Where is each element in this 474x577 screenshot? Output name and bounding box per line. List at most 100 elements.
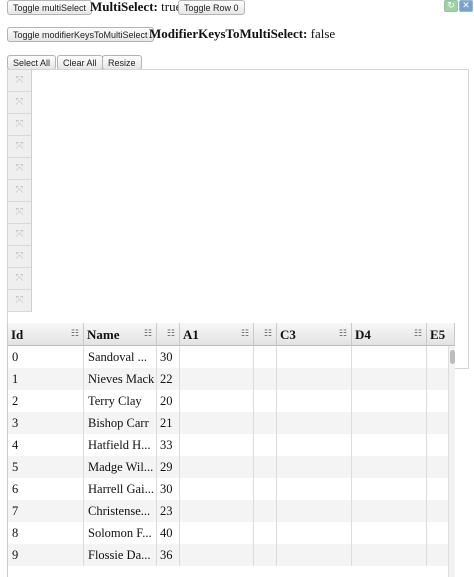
cell-d4 bbox=[352, 346, 427, 368]
cell-id: 5 bbox=[8, 456, 84, 478]
select-all-button[interactable]: Select All bbox=[7, 55, 57, 70]
column-header-label: E5 bbox=[430, 327, 446, 342]
row-header-icon[interactable]: ⤧ bbox=[8, 224, 32, 246]
cell-age: 20 bbox=[157, 390, 180, 412]
column-header-age[interactable]: ☷ bbox=[157, 323, 180, 346]
cell-age: 22 bbox=[157, 368, 180, 390]
cell-a1 bbox=[180, 412, 254, 434]
table-row[interactable]: 6 Harrell Gai... 30 bbox=[8, 478, 455, 500]
cell-d4 bbox=[352, 456, 427, 478]
row-header-icon[interactable]: ⤧ bbox=[8, 136, 32, 158]
cell-b2 bbox=[254, 346, 277, 368]
cell-a1 bbox=[180, 500, 254, 522]
column-header-label: D4 bbox=[355, 327, 371, 342]
column-menu-icon[interactable]: ☷ bbox=[241, 323, 249, 345]
cell-a1 bbox=[180, 434, 254, 456]
cell-name: Flossie Da... bbox=[84, 544, 157, 566]
column-header-name[interactable]: Name ☷ bbox=[84, 323, 157, 346]
vertical-scrollbar[interactable] bbox=[448, 346, 455, 577]
modifier-label: ModifierKeysToMultiSelect: bbox=[149, 26, 308, 41]
data-grid: Id ☷ Name ☷ ☷ A1 ☷ ☷ C3 ☷ D4 ☷ E5 0 Sand… bbox=[7, 323, 455, 577]
cell-d4 bbox=[352, 500, 427, 522]
resize-button[interactable]: Resize bbox=[102, 55, 142, 70]
cell-id: 9 bbox=[8, 544, 84, 566]
column-menu-icon[interactable]: ☷ bbox=[414, 323, 422, 345]
cell-age: 40 bbox=[157, 522, 180, 544]
table-row[interactable]: 4 Hatfield H... 33 bbox=[8, 434, 455, 456]
cell-a1 bbox=[180, 478, 254, 500]
cell-b2 bbox=[254, 500, 277, 522]
cell-c3 bbox=[277, 390, 352, 412]
row-header-icon[interactable]: ⤧ bbox=[8, 268, 32, 290]
table-row[interactable]: 5 Madge Wil... 29 bbox=[8, 456, 455, 478]
cell-id: 3 bbox=[8, 412, 84, 434]
table-row[interactable]: 2 Terry Clay 20 bbox=[8, 390, 455, 412]
column-header-a1[interactable]: A1 ☷ bbox=[180, 323, 254, 346]
column-menu-icon[interactable]: ☷ bbox=[144, 323, 152, 345]
column-header-id[interactable]: Id ☷ bbox=[8, 323, 84, 346]
cell-c3 bbox=[277, 500, 352, 522]
toggle-modifier-button[interactable]: Toggle modifierKeysToMultiSelect bbox=[7, 27, 154, 42]
row-header-icon[interactable]: ⤧ bbox=[8, 114, 32, 136]
column-header-b2[interactable]: ☷ bbox=[254, 323, 277, 346]
cell-age: 33 bbox=[157, 434, 180, 456]
row-header-icon[interactable]: ⤧ bbox=[8, 92, 32, 114]
cell-a1 bbox=[180, 368, 254, 390]
cell-id: 7 bbox=[8, 500, 84, 522]
cell-c3 bbox=[277, 456, 352, 478]
modifier-value: false bbox=[310, 26, 336, 41]
row-header-icon[interactable]: ⤧ bbox=[8, 202, 32, 224]
cell-name: Harrell Gai... bbox=[84, 478, 157, 500]
row-header-icon[interactable]: ⤧ bbox=[8, 158, 32, 180]
toggle-row0-button[interactable]: Toggle Row 0 bbox=[178, 0, 245, 15]
row-header-icon[interactable]: ⤧ bbox=[8, 290, 32, 312]
cell-a1 bbox=[180, 390, 254, 412]
row-header-icon[interactable]: ⤧ bbox=[8, 180, 32, 202]
cell-d4 bbox=[352, 368, 427, 390]
cell-b2 bbox=[254, 390, 277, 412]
column-header-label: Name bbox=[87, 327, 120, 342]
cell-b2 bbox=[254, 434, 277, 456]
column-header-label: A1 bbox=[183, 327, 199, 342]
cell-c3 bbox=[277, 368, 352, 390]
table-row[interactable]: 1 Nieves Mack 22 bbox=[8, 368, 455, 390]
cell-age: 21 bbox=[157, 412, 180, 434]
row-header-icon[interactable]: ⤧ bbox=[8, 70, 32, 92]
cell-age: 23 bbox=[157, 500, 180, 522]
cell-d4 bbox=[352, 412, 427, 434]
cell-c3 bbox=[277, 346, 352, 368]
column-header-c3[interactable]: C3 ☷ bbox=[277, 323, 352, 346]
table-row[interactable]: 0 Sandoval ... 30 bbox=[8, 346, 455, 368]
table-row[interactable]: 8 Solomon F... 40 bbox=[8, 522, 455, 544]
column-header-e5[interactable]: E5 bbox=[427, 323, 455, 346]
cell-name: Madge Wil... bbox=[84, 456, 157, 478]
scrollbar-thumb[interactable] bbox=[450, 350, 455, 364]
cell-id: 4 bbox=[8, 434, 84, 456]
row-header-icon[interactable]: ⤧ bbox=[8, 246, 32, 268]
column-menu-icon[interactable]: ☷ bbox=[264, 323, 272, 345]
cell-age: 36 bbox=[157, 544, 180, 566]
cell-d4 bbox=[352, 434, 427, 456]
cell-age: 30 bbox=[157, 346, 180, 368]
cell-id: 1 bbox=[8, 368, 84, 390]
cell-id: 8 bbox=[8, 522, 84, 544]
table-row[interactable]: 7 Christense... 23 bbox=[8, 500, 455, 522]
cell-age: 30 bbox=[157, 478, 180, 500]
cell-name: Bishop Carr bbox=[84, 412, 157, 434]
column-header-d4[interactable]: D4 ☷ bbox=[352, 323, 427, 346]
table-row[interactable]: 9 Flossie Da... 36 bbox=[8, 544, 455, 566]
refresh-icon[interactable]: ↻ bbox=[444, 0, 458, 12]
column-header-label: Id bbox=[11, 327, 24, 342]
column-menu-icon[interactable]: ☷ bbox=[71, 323, 79, 345]
column-menu-icon[interactable]: ☷ bbox=[167, 323, 175, 345]
close-icon[interactable]: ✕ bbox=[459, 0, 473, 12]
clear-all-button[interactable]: Clear All bbox=[57, 55, 103, 70]
column-menu-icon[interactable]: ☷ bbox=[339, 323, 347, 345]
cell-name: Terry Clay bbox=[84, 390, 157, 412]
cell-b2 bbox=[254, 522, 277, 544]
table-row[interactable]: 3 Bishop Carr 21 bbox=[8, 412, 455, 434]
cell-c3 bbox=[277, 478, 352, 500]
toggle-multiselect-button[interactable]: Toggle multiSelect bbox=[7, 0, 93, 15]
cell-id: 0 bbox=[8, 346, 84, 368]
cell-b2 bbox=[254, 368, 277, 390]
